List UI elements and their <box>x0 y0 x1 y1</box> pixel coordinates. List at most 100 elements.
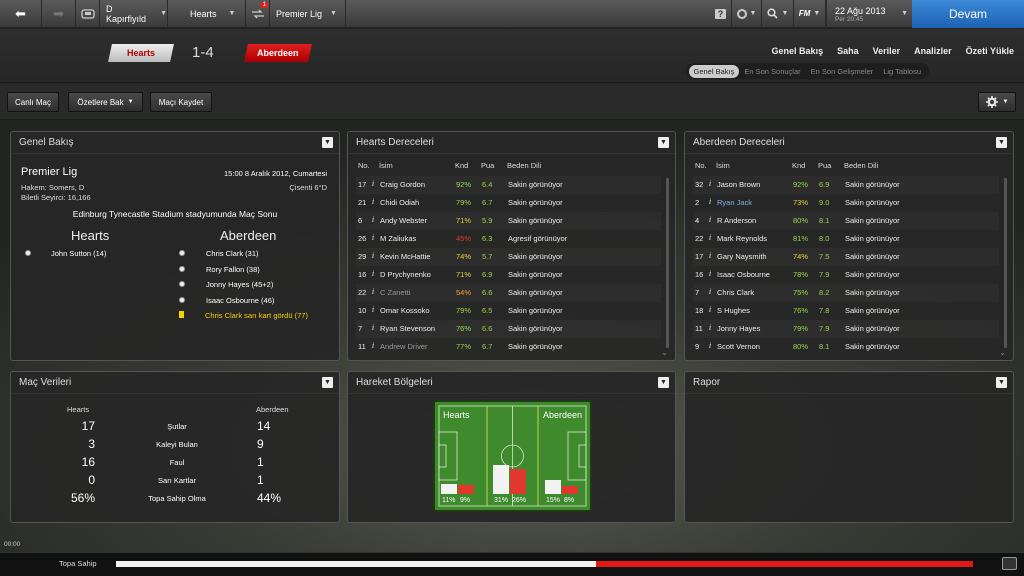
info-icon[interactable]: i <box>372 270 374 278</box>
away-goal-event[interactable]: Rory Fallon (38) <box>179 265 260 274</box>
player-name[interactable]: Chidi Odiah <box>380 198 419 207</box>
info-icon[interactable]: i <box>709 324 711 332</box>
forward-button[interactable]: ➡ <box>42 0 76 28</box>
col-rating[interactable]: Pua <box>818 161 831 170</box>
referee[interactable]: Hakem: Somers, D <box>21 183 84 192</box>
scroll-down-icon[interactable]: ⌄ <box>661 348 668 357</box>
info-icon[interactable]: i <box>709 198 711 206</box>
info-icon[interactable]: i <box>372 324 374 332</box>
search-menu[interactable]: ▼ <box>762 0 794 28</box>
player-row[interactable]: i 22 C Zanetti 54% 6.6 Sakin görünüyor <box>356 284 661 302</box>
player-name[interactable]: Andy Webster <box>380 216 427 225</box>
save-match-button[interactable]: Maçı Kaydet <box>150 92 212 112</box>
home-team-badge[interactable]: Hearts <box>108 44 174 62</box>
col-body-language[interactable]: Beden Dili <box>844 161 878 170</box>
player-row[interactable]: i 9 Scott Vernon 80% 8.1 Sakin görünüyor <box>693 338 999 356</box>
panel-menu-button[interactable]: ▼ <box>996 377 1007 388</box>
subtab-latest-results[interactable]: En Son Sonuçlar <box>739 65 805 78</box>
club-menu[interactable]: D Kapırfiyıld ▼ <box>100 0 168 28</box>
info-icon[interactable]: i <box>372 342 374 350</box>
away-team-badge[interactable]: Aberdeen <box>244 44 312 62</box>
info-icon[interactable]: i <box>709 342 711 350</box>
player-name[interactable]: Mark Reynolds <box>717 234 767 243</box>
player-row[interactable]: i 32 Jason Brown 92% 6.9 Sakin görünüyor <box>693 176 999 194</box>
fm-menu[interactable]: FM ▼ <box>794 0 826 28</box>
competition-menu[interactable]: Premier Lig ▼ <box>270 0 346 28</box>
tab-upload-highlights[interactable]: Özeti Yükle <box>966 46 1014 56</box>
subtab-overview[interactable]: Genel Bakış <box>688 64 740 78</box>
info-icon[interactable]: i <box>372 306 374 314</box>
col-body-language[interactable]: Beden Dili <box>507 161 541 170</box>
away-card-event[interactable]: Chris Clark sarı kart gördü (77) <box>179 311 308 320</box>
help-button[interactable]: ? <box>710 0 732 28</box>
player-row[interactable]: i 17 Craig Gordon 92% 6.4 Sakin görünüyor <box>356 176 661 194</box>
league-name[interactable]: Premier Lig <box>21 166 77 178</box>
tab-pitch[interactable]: Saha <box>837 46 859 56</box>
scrollbar[interactable] <box>666 178 669 348</box>
player-row[interactable]: i 11 Andrew Driver 77% 6.7 Sakin görünüyor <box>356 338 661 356</box>
player-row[interactable]: i 4 R Anderson 80% 8.1 Sakin görünüyor <box>693 212 999 230</box>
panel-menu-button[interactable]: ▼ <box>658 137 669 148</box>
live-match-button[interactable]: Canlı Maç <box>7 92 59 112</box>
team-menu[interactable]: Hearts ▼ <box>168 0 246 28</box>
scrollbar[interactable] <box>1004 178 1007 348</box>
info-icon[interactable]: i <box>372 288 374 296</box>
player-name[interactable]: Ryan Jack <box>717 198 752 207</box>
info-icon[interactable]: i <box>709 180 711 188</box>
player-name[interactable]: C Zanetti <box>380 288 410 297</box>
inbox-button[interactable]: 1 <box>246 0 270 28</box>
back-button[interactable]: ⬅ <box>0 0 42 28</box>
panel-menu-button[interactable]: ▼ <box>658 377 669 388</box>
info-icon[interactable]: i <box>372 234 374 242</box>
subtab-league-table[interactable]: Lig Tablosu <box>878 65 926 78</box>
away-team-heading[interactable]: Aberdeen <box>220 228 276 243</box>
col-name[interactable]: İsim <box>716 161 730 170</box>
info-icon[interactable]: i <box>372 252 374 260</box>
info-icon[interactable]: i <box>709 216 711 224</box>
info-icon[interactable]: i <box>372 180 374 188</box>
player-row[interactable]: i 17 Gary Naysmith 74% 7.5 Sakin görünüyor <box>693 248 999 266</box>
player-row[interactable]: i 22 Mark Reynolds 81% 8.0 Sakin görünüyor <box>693 230 999 248</box>
player-name[interactable]: Jason Brown <box>717 180 760 189</box>
col-name[interactable]: İsim <box>379 161 393 170</box>
player-row[interactable]: i 21 Chidi Odiah 79% 6.7 Sakin görünüyor <box>356 194 661 212</box>
player-name[interactable]: Isaac Osbourne <box>717 270 770 279</box>
tab-analysis[interactable]: Analizler <box>914 46 952 56</box>
away-goal-event[interactable]: Chris Clark (31) <box>179 249 259 258</box>
date-display[interactable]: 22 Ağu 2013 Per 20:45 ▼ <box>826 0 912 28</box>
info-icon[interactable]: i <box>372 198 374 206</box>
player-row[interactable]: i 6 Andy Webster 71% 5.9 Sakin görünüyor <box>356 212 661 230</box>
player-name[interactable]: Chris Clark <box>717 288 754 297</box>
panel-menu-button[interactable]: ▼ <box>322 377 333 388</box>
player-row[interactable]: i 16 Isaac Osbourne 78% 7.9 Sakin görünüyor <box>693 266 999 284</box>
player-name[interactable]: Ryan Stevenson <box>380 324 435 333</box>
tab-overview[interactable]: Genel Bakış <box>772 46 824 56</box>
home-goal-event[interactable]: John Sutton (14) <box>25 249 106 258</box>
player-row[interactable]: i 10 Omar Kossoko 79% 6.5 Sakin görünüyor <box>356 302 661 320</box>
player-row[interactable]: i 2 Ryan Jack 73% 9.0 Sakin görünüyor <box>693 194 999 212</box>
player-row[interactable]: i 7 Ryan Stevenson 76% 6.6 Sakin görünüyor <box>356 320 661 338</box>
info-icon[interactable]: i <box>372 216 374 224</box>
player-name[interactable]: M Zaliukas <box>380 234 416 243</box>
player-name[interactable]: R Anderson <box>717 216 756 225</box>
player-row[interactable]: i 18 S Hughes 76% 7.8 Sakin görünüyor <box>693 302 999 320</box>
col-no[interactable]: No. <box>695 161 707 170</box>
settings-button[interactable]: ▼ <box>978 92 1016 112</box>
watch-highlights-button[interactable]: Özetlere Bak ▼ <box>68 92 143 112</box>
player-row[interactable]: i 26 M Zaliukas 45% 6.3 Agresif görünüyor <box>356 230 661 248</box>
player-name[interactable]: Craig Gordon <box>380 180 425 189</box>
globe-menu[interactable]: ▼ <box>732 0 762 28</box>
player-name[interactable]: Kevin McHattie <box>380 252 430 261</box>
away-goal-event[interactable]: Jonny Hayes (45+2) <box>179 280 273 289</box>
info-icon[interactable]: i <box>709 306 711 314</box>
player-name[interactable]: Omar Kossoko <box>380 306 430 315</box>
player-row[interactable]: i 29 Kevin McHattie 74% 5.7 Sakin görünüyor <box>356 248 661 266</box>
info-icon[interactable]: i <box>709 270 711 278</box>
col-fitness[interactable]: Knd <box>792 161 805 170</box>
player-row[interactable]: i 11 Jonny Hayes 79% 7.9 Sakin görünüyor <box>693 320 999 338</box>
scroll-down-icon[interactable]: ⌄ <box>999 348 1006 357</box>
player-name[interactable]: D Prychynenko <box>380 270 431 279</box>
minimize-icon[interactable] <box>1002 557 1017 570</box>
tab-stats[interactable]: Veriler <box>873 46 901 56</box>
player-name[interactable]: S Hughes <box>717 306 750 315</box>
